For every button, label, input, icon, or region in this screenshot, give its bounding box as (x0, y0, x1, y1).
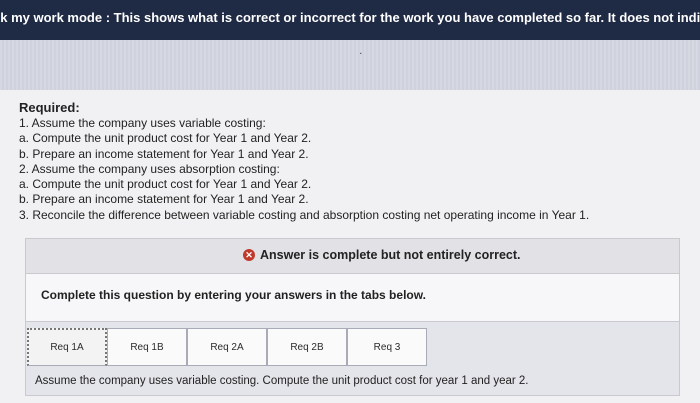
requirement-item: 3. Reconcile the difference between vari… (19, 207, 590, 222)
mode-banner-text: ck my work mode : This shows what is cor… (0, 10, 700, 25)
header-strip: ˙ (0, 40, 700, 90)
answer-status-text: Answer is complete but not entirely corr… (260, 248, 521, 262)
answer-status: ✕ Answer is complete but not entirely co… (243, 248, 520, 262)
mode-banner: ck my work mode : This shows what is cor… (0, 0, 700, 40)
tab-description: Assume the company uses variable costing… (35, 375, 529, 387)
requirement-item: 1. Assume the company uses variable cost… (19, 116, 266, 130)
tab-label: Req 2B (290, 341, 324, 353)
tab-req-3[interactable]: Req 3 (347, 328, 427, 366)
tab-label: Req 1A (50, 342, 84, 353)
header-mark: ˙ (359, 50, 364, 66)
instructions-text: Complete this question by entering your … (41, 288, 426, 302)
requirement-item: b. Prepare an income statement for Year … (19, 192, 309, 207)
requirement-item: 2. Assume the company uses absorption co… (19, 161, 280, 176)
requirement-item: a. Compute the unit product cost for Yea… (19, 177, 312, 192)
requirement-item: b. Prepare an income statement for Year … (19, 146, 309, 161)
x-circle-icon: ✕ (243, 249, 255, 261)
tab-label: Req 3 (373, 341, 401, 353)
tab-req-2b[interactable]: Req 2B (267, 328, 347, 366)
tab-req-2a[interactable]: Req 2A (187, 328, 267, 366)
tab-label: Req 2A (210, 341, 244, 353)
tab-label: Req 1B (130, 341, 164, 353)
requirements-list: 1. Assume the company uses variable cost… (19, 116, 589, 223)
tab-req-1b[interactable]: Req 1B (107, 328, 187, 366)
required-heading: Required: (19, 100, 80, 115)
tab-req-1a[interactable]: Req 1A (27, 328, 107, 366)
requirement-item: a. Compute the unit product cost for Yea… (19, 131, 312, 146)
